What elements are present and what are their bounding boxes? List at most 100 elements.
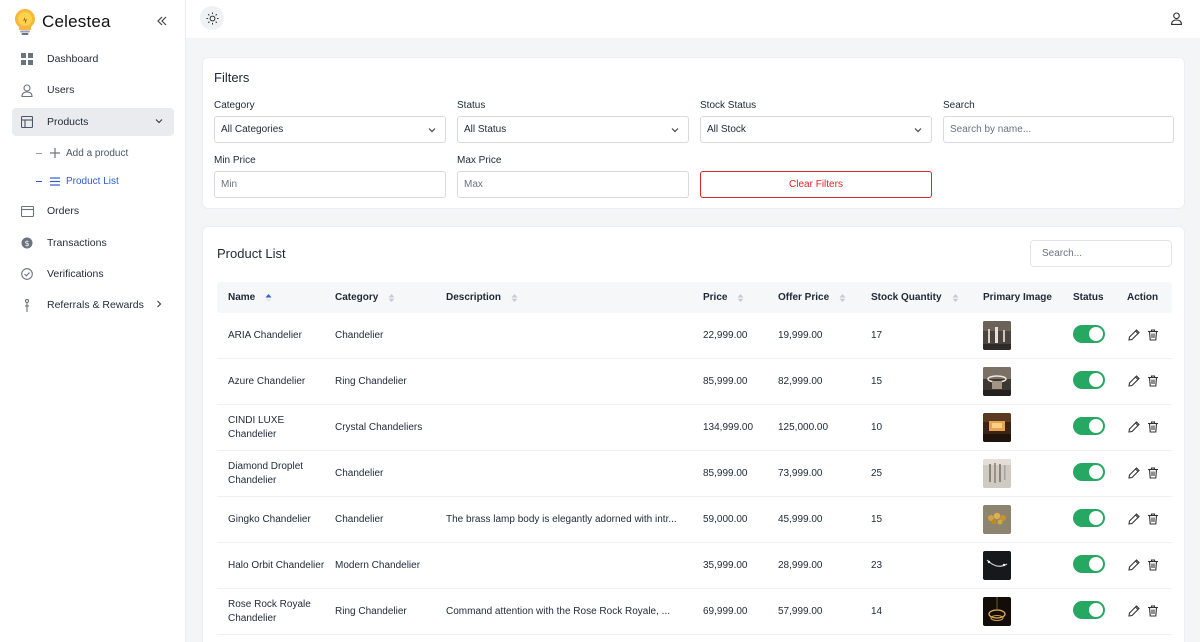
toggle-knob xyxy=(1089,373,1103,387)
status-toggle[interactable] xyxy=(1073,555,1105,573)
sidebar-item-referrals-rewards[interactable]: Referrals & Rewards xyxy=(12,291,174,319)
delete-button[interactable] xyxy=(1146,420,1160,434)
product-thumbnail[interactable] xyxy=(983,367,1011,396)
cell-stock: 23 xyxy=(871,559,883,571)
product-thumbnail[interactable] xyxy=(983,413,1011,442)
sidebar-item-label: Transactions xyxy=(47,237,107,249)
category-select-value: All Categories xyxy=(221,124,284,135)
status-toggle[interactable] xyxy=(1073,601,1105,619)
product-thumbnail[interactable] xyxy=(983,459,1011,488)
toggle-knob xyxy=(1089,419,1103,433)
account-button[interactable] xyxy=(1168,10,1184,26)
edit-button[interactable] xyxy=(1127,466,1141,480)
delete-button[interactable] xyxy=(1146,466,1160,480)
toggle-knob xyxy=(1089,511,1103,525)
brand[interactable]: Celestea xyxy=(14,8,111,36)
table-row: Halo Orbit Chandelier Modern Chandelier … xyxy=(217,543,1172,589)
theme-toggle-button[interactable] xyxy=(200,6,224,30)
table-row: Gingko Chandelier Chandelier The brass l… xyxy=(217,497,1172,543)
min-price-input[interactable] xyxy=(221,179,445,190)
column-label: Offer Price xyxy=(778,292,830,303)
edit-button[interactable] xyxy=(1127,604,1141,618)
cell-stock: 15 xyxy=(871,375,883,387)
status-toggle[interactable] xyxy=(1073,509,1105,527)
edit-button[interactable] xyxy=(1127,420,1141,434)
sidebar: Celestea Dashboard Users Products Add a … xyxy=(0,0,186,642)
table-search-field xyxy=(1030,240,1172,267)
grid-icon xyxy=(20,52,34,66)
column-header-description[interactable]: Description xyxy=(446,282,518,313)
cell-offer-price: 19,999.00 xyxy=(778,329,823,341)
pencil-icon xyxy=(1128,559,1140,571)
status-select[interactable]: All Status xyxy=(457,116,689,143)
delete-button[interactable] xyxy=(1146,558,1160,572)
product-thumbnail[interactable] xyxy=(983,551,1011,580)
product-thumbnail[interactable] xyxy=(983,597,1011,626)
chevron-down-icon xyxy=(913,125,923,138)
trash-icon xyxy=(1148,467,1158,479)
cell-category: Chandelier xyxy=(335,329,384,341)
edit-button[interactable] xyxy=(1127,512,1141,526)
column-header-offer-price[interactable]: Offer Price xyxy=(778,282,846,313)
category-select[interactable]: All Categories xyxy=(214,116,446,143)
user-icon xyxy=(20,83,34,97)
delete-button[interactable] xyxy=(1146,604,1160,618)
cell-offer-price: 28,999.00 xyxy=(778,559,823,571)
sort-icon xyxy=(839,293,846,303)
stock-status-select[interactable]: All Stock xyxy=(700,116,932,143)
column-header-category[interactable]: Category xyxy=(335,282,395,313)
sidebar-item-transactions[interactable]: $ Transactions xyxy=(12,229,174,257)
column-header-stock-quantity[interactable]: Stock Quantity xyxy=(871,282,959,313)
sidebar-item-dashboard[interactable]: Dashboard xyxy=(12,45,174,73)
status-toggle[interactable] xyxy=(1073,417,1105,435)
status-toggle[interactable] xyxy=(1073,371,1105,389)
max-price-input[interactable] xyxy=(464,179,688,190)
search-input[interactable] xyxy=(950,124,1173,135)
cell-price: 35,999.00 xyxy=(703,559,748,571)
edit-button[interactable] xyxy=(1127,374,1141,388)
sidebar-item-verifications[interactable]: Verifications xyxy=(12,260,174,288)
table-row: CINDI LUXE Chandelier Crystal Chandelier… xyxy=(217,405,1172,451)
column-header-price[interactable]: Price xyxy=(703,282,744,313)
search-label: Search xyxy=(943,100,975,111)
product-thumbnail[interactable] xyxy=(983,321,1011,350)
edit-button[interactable] xyxy=(1127,558,1141,572)
delete-button[interactable] xyxy=(1146,328,1160,342)
sidebar-item-label: Users xyxy=(47,84,75,96)
check-circle-icon xyxy=(20,267,34,281)
toggle-knob xyxy=(1089,557,1103,571)
cell-category: Chandelier xyxy=(335,513,384,525)
topbar xyxy=(186,0,1200,38)
delete-button[interactable] xyxy=(1146,512,1160,526)
sun-icon xyxy=(205,11,219,25)
chandelier-image xyxy=(983,321,1011,350)
max-price-label: Max Price xyxy=(457,155,502,166)
sidebar-item-products[interactable]: Products xyxy=(12,108,174,136)
chandelier-image xyxy=(983,505,1011,534)
sidebar-item-orders[interactable]: Orders xyxy=(12,197,174,225)
tree-line xyxy=(36,152,42,154)
chandelier-image xyxy=(983,367,1011,396)
collapse-sidebar-button[interactable] xyxy=(154,13,170,29)
sidebar-item-users[interactable]: Users xyxy=(12,76,174,104)
trash-icon xyxy=(1148,605,1158,617)
column-header-name[interactable]: Name xyxy=(228,282,272,313)
sidebar-subitem-product-list[interactable]: Product List xyxy=(36,172,119,190)
pencil-icon xyxy=(1128,375,1140,387)
trash-icon xyxy=(1148,559,1158,571)
status-toggle[interactable] xyxy=(1073,463,1105,481)
chevron-down-icon xyxy=(670,125,680,138)
edit-button[interactable] xyxy=(1127,328,1141,342)
cell-description: Command attention with the Rose Rock Roy… xyxy=(446,605,670,617)
sort-asc-icon xyxy=(265,293,272,303)
product-list-title: Product List xyxy=(217,246,286,261)
status-toggle[interactable] xyxy=(1073,325,1105,343)
sort-icon xyxy=(737,293,744,303)
clear-filters-button[interactable]: Clear Filters xyxy=(700,171,932,198)
sidebar-subitem-add-product[interactable]: Add a product xyxy=(36,144,128,162)
chandelier-image xyxy=(983,551,1011,580)
delete-button[interactable] xyxy=(1146,374,1160,388)
table-row: Azure Chandelier Ring Chandelier 85,999.… xyxy=(217,359,1172,405)
table-search-input[interactable] xyxy=(1042,248,1171,259)
product-thumbnail[interactable] xyxy=(983,505,1011,534)
